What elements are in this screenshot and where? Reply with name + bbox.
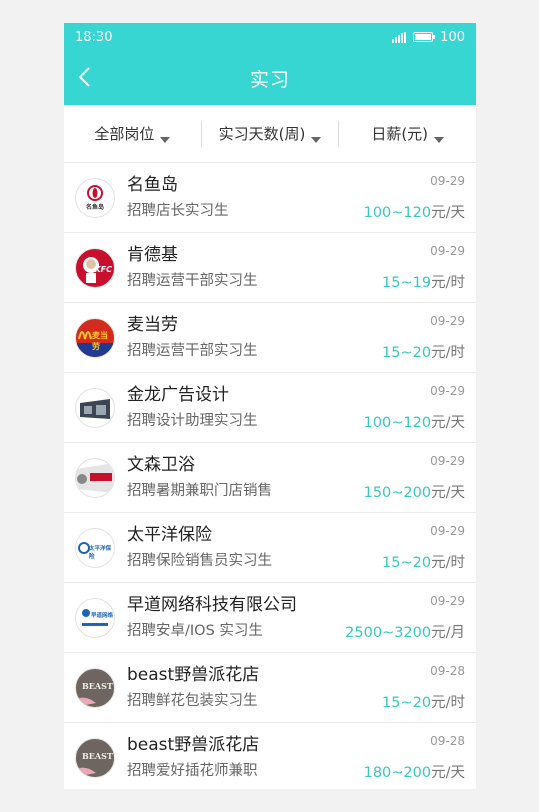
post-date: 09-29 [430, 174, 465, 188]
company-logo: 太平洋保险 [75, 527, 115, 568]
company-name: 名鱼岛 [127, 174, 178, 195]
status-time: 18:30 [75, 29, 113, 45]
salary: 100~120元/天 [363, 415, 465, 431]
company-name: 金龙广告设计 [127, 384, 229, 405]
post-date: 09-28 [430, 734, 465, 748]
phone-screen: 18:30 100 实习 全部岗位 实习天数(周) 日薪(元) 名鱼岛 名鱼岛 … [64, 23, 476, 789]
company-name: 肯德基 [127, 244, 178, 265]
filter-label: 日薪(元) [371, 125, 429, 143]
post-date: 09-29 [430, 314, 465, 328]
company-logo [75, 387, 115, 428]
status-right: 100 [392, 30, 465, 45]
salary: 15~20元/时 [382, 555, 465, 571]
company-name: beast野兽派花店 [127, 664, 260, 685]
dropdown-triangle-icon [160, 136, 171, 143]
dropdown-triangle-icon [434, 136, 445, 143]
list-item[interactable]: BEAST beast野兽派花店 招聘鲜花包装实习生 09-28 15~20元/… [64, 653, 476, 723]
post-date: 09-29 [430, 594, 465, 608]
nav-header: 实习 [64, 51, 476, 105]
back-arrow-icon[interactable] [74, 65, 96, 89]
company-logo: 麦当劳 [75, 317, 115, 358]
list-item[interactable]: KFC 肯德基 招聘运营干部实习生 09-29 15~19元/时 [64, 233, 476, 303]
filter-label: 实习天数(周) [218, 125, 306, 143]
list-item[interactable]: 名鱼岛 名鱼岛 招聘店长实习生 09-29 100~120元/天 [64, 163, 476, 233]
company-logo: 名鱼岛 [75, 177, 115, 218]
job-list: 名鱼岛 名鱼岛 招聘店长实习生 09-29 100~120元/天 KFC 肯德基… [64, 163, 476, 789]
filter-daily-pay[interactable]: 日薪(元) [338, 120, 476, 147]
battery-level: 100 [440, 29, 465, 45]
company-logo [75, 457, 115, 498]
company-name: 麦当劳 [127, 314, 178, 335]
list-item[interactable]: 太平洋保险 太平洋保险 招聘保险销售员实习生 09-29 15~20元/时 [64, 513, 476, 583]
list-item[interactable]: 麦当劳 麦当劳 招聘运营干部实习生 09-29 15~20元/时 [64, 303, 476, 373]
signal-icon [392, 31, 407, 43]
post-date: 09-29 [430, 454, 465, 468]
battery-icon [413, 32, 436, 42]
dropdown-triangle-icon [311, 136, 322, 143]
company-logo: 早道网络 [75, 597, 115, 638]
filter-position[interactable]: 全部岗位 [64, 121, 201, 147]
company-logo: BEAST [75, 738, 115, 778]
page-title: 实习 [249, 68, 290, 91]
status-bar: 18:30 100 [64, 23, 476, 51]
salary: 15~20元/时 [382, 345, 465, 361]
salary: 150~200元/天 [363, 485, 465, 501]
filter-label: 全部岗位 [94, 125, 155, 143]
list-item[interactable]: 文森卫浴 招聘暑期兼职门店销售 09-29 150~200元/天 [64, 443, 476, 513]
salary: 100~120元/天 [363, 205, 465, 221]
filter-bar: 全部岗位 实习天数(周) 日薪(元) [64, 105, 476, 163]
post-date: 09-29 [430, 384, 465, 398]
company-logo: BEAST [75, 667, 115, 708]
company-name: 文森卫浴 [127, 454, 195, 475]
company-name: 早道网络科技有限公司 [127, 594, 297, 615]
list-item[interactable]: BEAST beast野兽派花店 招聘爱好插花师兼职 09-28 180~200… [64, 723, 476, 789]
filter-weeks[interactable]: 实习天数(周) [200, 120, 339, 147]
company-name: beast野兽派花店 [127, 735, 260, 755]
company-name: 太平洋保险 [127, 524, 212, 545]
list-item[interactable]: 早道网络 早道网络科技有限公司 招聘安卓/IOS 实习生 09-29 2500~… [64, 583, 476, 653]
post-date: 09-29 [430, 244, 465, 258]
salary: 15~19元/时 [382, 275, 465, 291]
salary: 180~200元/天 [363, 765, 465, 781]
salary: 15~20元/时 [382, 695, 465, 711]
post-date: 09-28 [430, 664, 465, 678]
post-date: 09-29 [430, 524, 465, 538]
list-item[interactable]: 金龙广告设计 招聘设计助理实习生 09-29 100~120元/天 [64, 373, 476, 443]
company-logo: KFC [75, 247, 115, 288]
salary: 2500~3200元/月 [345, 625, 465, 641]
